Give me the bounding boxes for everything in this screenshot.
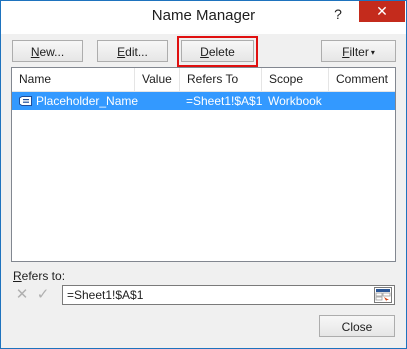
filter-label: ilter <box>349 45 369 59</box>
cancel-icon[interactable]: ✕ <box>13 286 31 304</box>
list-header: Name Value Refers To Scope Comment <box>12 68 395 92</box>
refers-mnemonic: R <box>13 269 22 283</box>
column-header-value[interactable]: Value <box>135 68 180 91</box>
help-button[interactable]: ? <box>324 3 352 25</box>
refers-label-text: efers to: <box>21 269 66 283</box>
column-header-comment[interactable]: Comment <box>329 68 395 91</box>
title-bar: Name Manager ? ✕ <box>1 1 406 34</box>
check-icon[interactable]: ✓ <box>34 286 52 304</box>
delete-mnemonic: D <box>200 45 209 59</box>
close-button[interactable]: Close <box>319 315 395 337</box>
list-row-selected[interactable]: Placeholder_Name =Sheet1!$A$1 Workbook <box>12 92 395 110</box>
edit-mnemonic: E <box>117 45 126 59</box>
edit-label: dit... <box>125 45 148 59</box>
defined-name-icon <box>19 96 32 106</box>
row-scope: Workbook <box>268 94 322 108</box>
refers-to-input[interactable] <box>62 285 395 305</box>
filter-button[interactable]: Filter ▾ <box>321 40 396 62</box>
close-window-button[interactable]: ✕ <box>359 1 405 22</box>
delete-label: elete <box>208 45 235 59</box>
refers-to-label: Refers to: <box>13 269 65 283</box>
close-icon: ✕ <box>376 3 388 19</box>
column-header-scope[interactable]: Scope <box>262 68 329 91</box>
chevron-down-icon: ▾ <box>370 47 375 57</box>
collapse-dialog-icon[interactable] <box>374 287 392 303</box>
new-label: ew... <box>39 45 65 59</box>
delete-button[interactable]: Delete <box>181 40 254 62</box>
name-manager-dialog: Name Manager ? ✕ New... Edit... Delete F… <box>0 0 407 349</box>
row-name: Placeholder_Name <box>36 94 139 108</box>
edit-button[interactable]: Edit... <box>97 40 168 62</box>
column-header-refers-to[interactable]: Refers To <box>180 68 262 91</box>
column-header-name[interactable]: Name <box>12 68 135 91</box>
names-list[interactable]: Name Value Refers To Scope Comment Place… <box>11 67 396 262</box>
row-refers-to: =Sheet1!$A$1 <box>186 94 263 108</box>
new-button[interactable]: New... <box>12 40 83 62</box>
